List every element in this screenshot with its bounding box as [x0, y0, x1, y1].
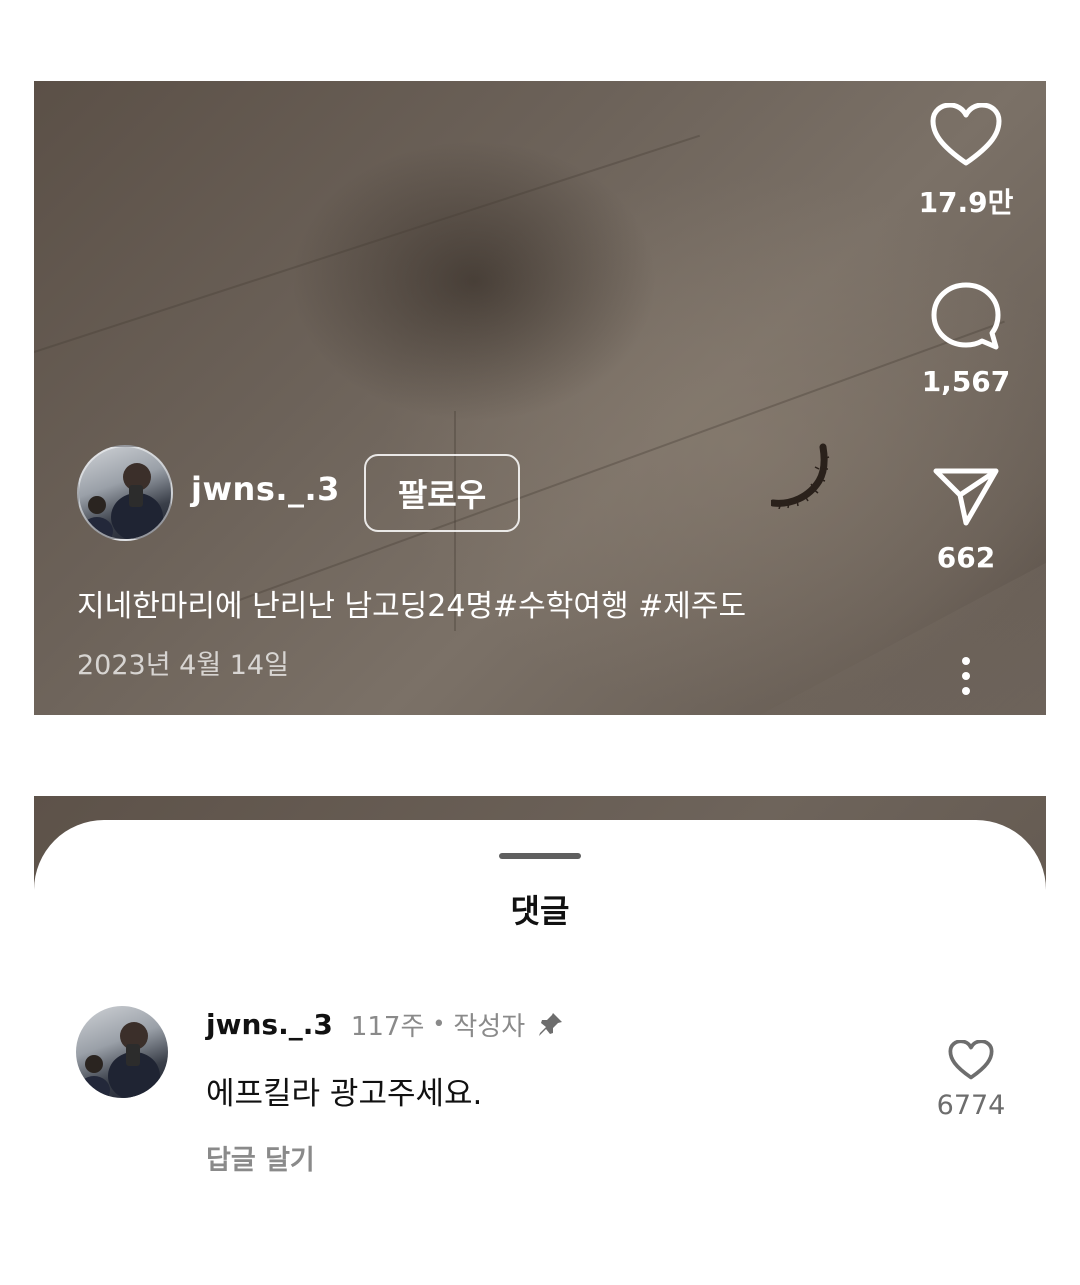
comment-action[interactable]: 1,567	[914, 281, 1018, 398]
reel-video[interactable]: jwns._.3 팔로우 지네한마리에 난리난 남고딩24명#수학여행 #제주도…	[34, 81, 1046, 715]
share-action[interactable]: 662	[914, 465, 1018, 574]
floor-plank-line	[34, 134, 701, 353]
sheet-grabber-handle[interactable]	[499, 853, 581, 859]
comment-meta: jwns._.3 117주 • 작성자	[206, 1006, 565, 1043]
post-username[interactable]: jwns._.3	[191, 470, 340, 508]
dot-separator: •	[432, 1012, 446, 1037]
comment-count: 1,567	[921, 365, 1011, 398]
paper-plane-icon[interactable]	[932, 465, 1000, 527]
avatar-photo	[78, 1022, 160, 1098]
speech-bubble-icon[interactable]	[930, 281, 1002, 351]
heart-outline-icon[interactable]	[948, 1040, 994, 1080]
pin-icon	[539, 1012, 563, 1036]
avatar-photo	[81, 463, 163, 539]
like-action[interactable]: 17.9만	[914, 103, 1018, 221]
comments-sheet-backdrop: 댓글 jwns._.3 117주 • 작성자 에프킬라 광고주세요. 답글 달기	[34, 796, 1046, 1285]
like-count: 17.9만	[918, 186, 1014, 219]
sheet-title: 댓글	[510, 892, 570, 930]
post-caption[interactable]: 지네한마리에 난리난 남고딩24명#수학여행 #제주도	[77, 581, 746, 625]
share-count: 662	[936, 541, 996, 574]
comment-like-count: 6774	[936, 1090, 1006, 1121]
comment-time: 117주	[350, 1012, 425, 1042]
comment-username[interactable]: jwns._.3	[206, 1008, 333, 1041]
comments-sheet: 댓글 jwns._.3 117주 • 작성자 에프킬라 광고주세요. 답글 달기	[34, 820, 1046, 1285]
post-date: 2023년 4월 14일	[77, 650, 289, 681]
vertical-dots-icon[interactable]	[956, 656, 976, 696]
floor-plank-line	[233, 320, 1005, 603]
reply-button[interactable]: 답글 달기	[206, 1138, 315, 1177]
heart-outline-icon[interactable]	[930, 103, 1002, 167]
comment-like[interactable]: 6774	[926, 1040, 1016, 1121]
author-badge: 작성자	[453, 1012, 526, 1042]
comment-avatar[interactable]	[76, 1006, 168, 1098]
avatar[interactable]	[77, 445, 173, 541]
comment-text: 에프킬라 광고주세요.	[206, 1076, 483, 1112]
follow-button[interactable]: 팔로우	[364, 454, 520, 532]
centipede-image	[771, 443, 830, 509]
